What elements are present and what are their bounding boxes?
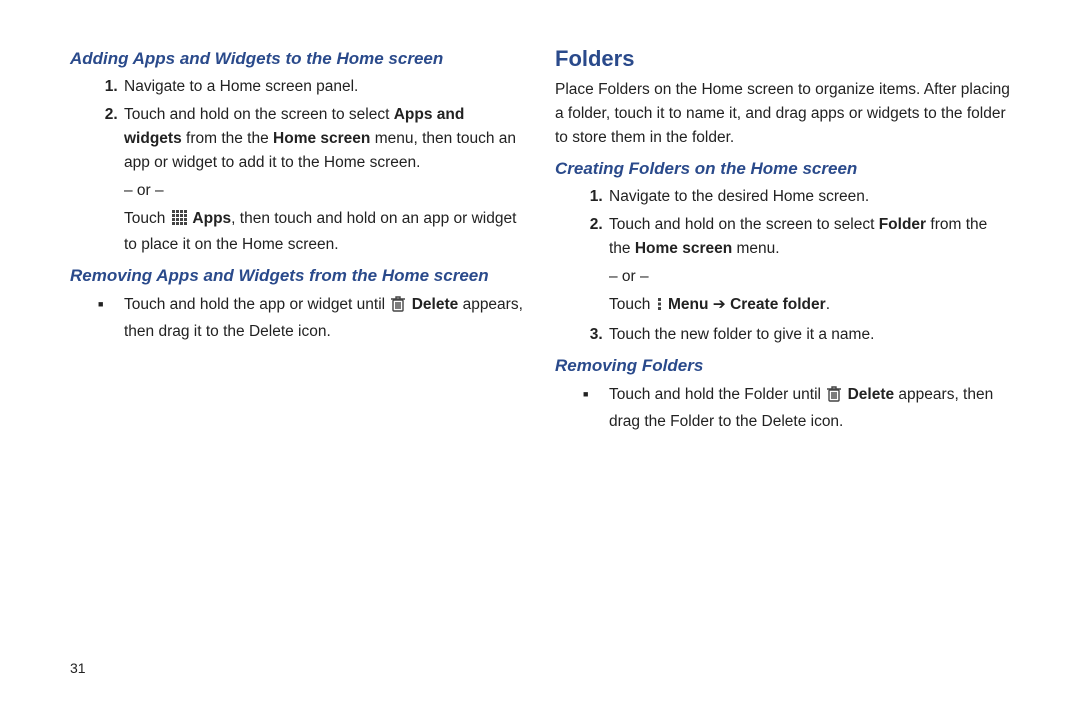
cstep-2-b2: Home screen (635, 240, 732, 257)
cstep-2-alt-pre: Touch (609, 296, 655, 313)
subhead-removing-folders: Removing Folders (555, 355, 1010, 376)
or-separator: – or – (124, 179, 525, 203)
cstep-3: Touch the new folder to give it a name. (607, 323, 1010, 347)
subhead-creating-folders: Creating Folders on the Home screen (555, 158, 1010, 179)
folders-intro: Place Folders on the Home screen to orga… (555, 78, 1010, 150)
step-1: Navigate to a Home screen panel. (122, 75, 525, 99)
menu-dots-icon (657, 295, 662, 319)
cstep-2-alt-b2: Create folder (730, 296, 826, 313)
removing-folder-bullet: Touch and hold the Folder until Delete a… (607, 383, 1010, 434)
rf-bold: Delete (843, 386, 894, 403)
cstep-3-text: Touch the new folder to give it a name. (609, 326, 874, 343)
rf-pre: Touch and hold the Folder until (609, 386, 825, 403)
removing-bold: Delete (407, 296, 458, 313)
step-2-alt-pre: Touch (124, 210, 170, 227)
trash-icon (391, 296, 405, 320)
cstep-2-mid2: menu. (732, 240, 779, 257)
removing-folder-bullets: Touch and hold the Folder until Delete a… (555, 383, 1010, 434)
cstep-2-pre: Touch and hold on the screen to select (609, 216, 879, 233)
left-column: Adding Apps and Widgets to the Home scre… (55, 40, 540, 690)
creating-steps: Navigate to the desired Home screen. Tou… (555, 185, 1010, 347)
step-2: Touch and hold on the screen to select A… (122, 103, 525, 257)
cstep-2: Touch and hold on the screen to select F… (607, 213, 1010, 319)
apps-grid-icon (172, 209, 187, 233)
right-column: Folders Place Folders on the Home screen… (540, 40, 1025, 690)
or-separator-2: – or – (609, 265, 1010, 289)
step-1-text: Navigate to a Home screen panel. (124, 78, 358, 95)
removing-bullet: Touch and hold the app or widget until D… (122, 293, 525, 344)
cstep-1: Navigate to the desired Home screen. (607, 185, 1010, 209)
step-2-pre: Touch and hold on the screen to select (124, 106, 394, 123)
page-number: 31 (70, 660, 86, 676)
subhead-removing: Removing Apps and Widgets from the Home … (70, 265, 525, 286)
cstep-1-text: Navigate to the desired Home screen. (609, 188, 869, 205)
removing-pre: Touch and hold the app or widget until (124, 296, 389, 313)
manual-page: Adding Apps and Widgets to the Home scre… (0, 0, 1080, 720)
folders-title: Folders (555, 46, 1010, 72)
step-2-alt-bold: Apps (189, 210, 231, 227)
adding-steps: Navigate to a Home screen panel. Touch a… (70, 75, 525, 257)
removing-bullets: Touch and hold the app or widget until D… (70, 293, 525, 344)
cstep-2-alt-arrow: ➔ (708, 296, 730, 313)
cstep-2-alt-b1: Menu (664, 296, 709, 313)
subhead-adding: Adding Apps and Widgets to the Home scre… (70, 48, 525, 69)
trash-icon-2 (827, 386, 841, 410)
cstep-2-b1: Folder (879, 216, 926, 233)
step-2-bold2: Home screen (273, 130, 370, 147)
step-2-mid1: from the the (182, 130, 273, 147)
cstep-2-alt-post: . (826, 296, 830, 313)
